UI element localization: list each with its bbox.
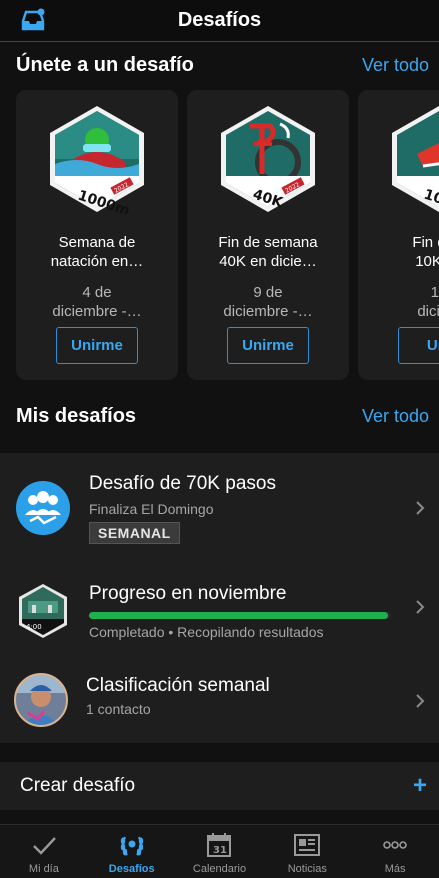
group-steps-icon [16, 481, 70, 535]
list-item-steps-challenge[interactable]: Desafío de 70K pasos Finaliza El Domingo… [0, 453, 439, 561]
tab-news[interactable]: Noticias [263, 825, 351, 878]
page-title: Desafíos [177, 9, 262, 31]
progress-fill [89, 612, 388, 619]
plus-icon[interactable]: + [413, 772, 427, 800]
my-challenges-title: Mis desafíos [16, 405, 137, 427]
challenge-carousel[interactable]: 1000m 2022 Semana de natación en… 4 de d… [16, 90, 439, 380]
my-challenges-header: Mis desafíos Ver todo [0, 405, 439, 428]
progress-badge-icon: 4:00 [19, 584, 67, 638]
join-button[interactable]: Unirme [56, 327, 138, 364]
bike-badge-icon: 40K 2022 [221, 106, 315, 212]
run-badge-icon: 10K [392, 106, 439, 212]
challenge-card[interactable]: 10K Fin de s 10K en 16 diciem Uni [358, 90, 439, 380]
join-see-all-link[interactable]: Ver todo [362, 55, 429, 76]
calendar-icon: 31 [207, 833, 232, 857]
challenge-date: 16 diciem [417, 284, 439, 320]
progress-bar [89, 612, 391, 619]
chevron-right-icon [416, 694, 425, 708]
user-avatar [14, 673, 68, 727]
chevron-right-icon [416, 501, 425, 515]
laurel-icon [120, 836, 143, 856]
tab-label: Más [384, 863, 406, 875]
challenge-card[interactable]: 40K 2022 Fin de semana 40K en dicie… 9 d… [187, 90, 349, 380]
challenge-date: 4 de diciembre -… [52, 284, 142, 320]
challenge-name: Semana de natación en… [50, 234, 144, 270]
challenge-name: Fin de s 10K en [412, 234, 439, 270]
more-icon [383, 841, 407, 849]
challenge-name: Fin de semana 40K en dicie… [218, 234, 318, 270]
challenge-subtitle: Finaliza El Domingo [89, 501, 214, 517]
challenge-subtitle: Completado • Recopilando resultados [89, 624, 324, 640]
create-challenge-row[interactable]: Crear desafío + [0, 762, 439, 810]
challenge-card[interactable]: 1000m 2022 Semana de natación en… 4 de d… [16, 90, 178, 380]
bottom-tab-bar: Mi día Desafíos 31 Calendario Noticias M… [0, 824, 439, 878]
my-challenges-list: Desafío de 70K pasos Finaliza El Domingo… [0, 453, 439, 743]
join-button[interactable]: Unirme [227, 327, 309, 364]
tab-more[interactable]: Más [351, 825, 439, 878]
inbox-icon[interactable] [20, 7, 46, 33]
swim-badge-icon: 1000m 2022 [50, 106, 144, 214]
challenge-title: Progreso en noviembre [89, 583, 287, 604]
join-section-header: Únete a un desafío Ver todo [0, 54, 439, 77]
my-challenges-see-all-link[interactable]: Ver todo [362, 406, 429, 427]
list-item-weekly-leaderboard[interactable]: Clasificación semanal 1 contacto [0, 653, 439, 743]
check-icon [33, 837, 56, 855]
challenge-title: Desafío de 70K pasos [89, 473, 276, 494]
top-header: Desafíos [0, 0, 439, 42]
list-item-november-progress[interactable]: 4:00 Progreso en noviembre Completado • … [0, 561, 439, 653]
challenge-title: Clasificación semanal [86, 675, 270, 696]
calendar-day: 31 [213, 845, 227, 856]
tab-label: Desafíos [108, 863, 155, 875]
create-challenge-label: Crear desafío [20, 775, 136, 796]
badge-text: 4:00 [26, 623, 42, 631]
join-button[interactable]: Uni [398, 327, 439, 364]
join-section-title: Únete a un desafío [16, 54, 194, 76]
tab-label: Noticias [287, 863, 327, 875]
tab-label: Calendario [192, 863, 247, 875]
challenge-date: 9 de diciembre -… [223, 284, 313, 320]
tab-my-day[interactable]: Mi día [0, 825, 88, 878]
tab-challenges[interactable]: Desafíos [88, 825, 176, 878]
weekly-tag: SEMANAL [89, 522, 180, 544]
challenge-subtitle: 1 contacto [86, 701, 151, 717]
tab-calendar[interactable]: 31 Calendario [176, 825, 264, 878]
chevron-right-icon [416, 600, 425, 614]
news-icon [294, 834, 321, 856]
tab-label: Mi día [28, 863, 59, 875]
